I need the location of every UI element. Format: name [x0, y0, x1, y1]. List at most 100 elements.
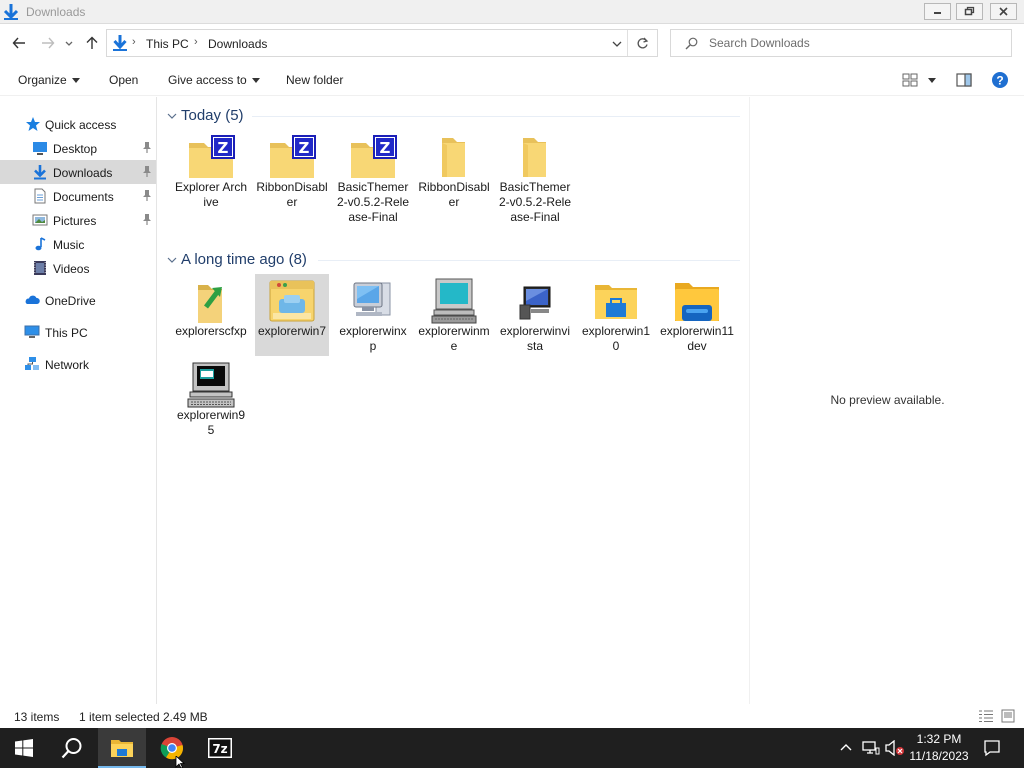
computer-icon: [24, 325, 40, 338]
file-tile[interactable]: RibbonDisabler: [417, 130, 491, 212]
close-button[interactable]: [990, 3, 1017, 20]
recent-locations-button[interactable]: [62, 33, 76, 53]
show-hidden-icons-button[interactable]: [836, 728, 856, 768]
file-tile[interactable]: explorerwinxp: [336, 274, 410, 356]
svg-text:Z: Z: [299, 139, 310, 157]
sidebar-item-videos[interactable]: Videos: [0, 256, 156, 280]
up-arrow-icon: [86, 36, 98, 49]
file-name: explorerwin10: [581, 324, 651, 353]
file-explorer-icon: [111, 740, 133, 757]
windows-logo-icon: [15, 739, 33, 757]
organize-button[interactable]: Organize: [18, 73, 80, 87]
refresh-button[interactable]: [627, 30, 657, 56]
breadcrumb-downloads[interactable]: Downloads: [208, 37, 267, 51]
computer-me-icon: [431, 278, 477, 324]
file-name: explorerwinme: [418, 324, 490, 353]
network-icon: [25, 357, 39, 370]
search-input[interactable]: [709, 34, 999, 52]
taskbar: 7z 1:32 PM 11/18/2023: [0, 728, 1024, 768]
preview-pane: No preview available.: [749, 97, 1024, 704]
search-button[interactable]: [48, 728, 96, 768]
preview-pane-button[interactable]: [954, 71, 974, 89]
minimize-button[interactable]: [924, 3, 951, 20]
clock[interactable]: 1:32 PM 11/18/2023: [900, 731, 978, 765]
file-tile[interactable]: explorerscfxp: [174, 274, 248, 356]
action-center-button[interactable]: [980, 728, 1004, 768]
back-arrow-icon: [12, 37, 25, 49]
start-button[interactable]: [0, 728, 48, 768]
open-button[interactable]: Open: [109, 73, 138, 87]
group-divider: [252, 116, 740, 117]
view-options-dropdown[interactable]: [922, 71, 942, 89]
taskbar-chrome[interactable]: [148, 728, 196, 768]
file-tile[interactable]: Z Explorer Archive: [174, 130, 248, 212]
breadcrumb-separator[interactable]: ›: [132, 36, 136, 48]
sidebar-item-pictures[interactable]: Pictures: [0, 208, 156, 232]
item-count: 13 items: [14, 710, 60, 724]
svg-text:Z: Z: [218, 139, 229, 157]
file-tile[interactable]: explorerwinme: [417, 274, 491, 356]
taskbar-7zip[interactable]: 7z: [196, 728, 244, 768]
chevron-down-icon: [167, 257, 177, 263]
forward-button[interactable]: [38, 33, 58, 53]
sidebar-item-quick-access[interactable]: Quick access: [0, 112, 156, 136]
title-bar[interactable]: Downloads: [0, 0, 1024, 24]
restore-button[interactable]: [956, 3, 983, 20]
details-view-icon[interactable]: [978, 709, 994, 723]
file-tile[interactable]: BasicThemer2-v0.5.2-Release-Final: [498, 130, 572, 224]
pin-icon[interactable]: [141, 141, 153, 154]
svg-text:?: ?: [996, 74, 1003, 88]
film-icon: [34, 261, 46, 275]
file-name: BasicThemer2-v0.5.2-Release-Final: [498, 180, 572, 224]
file-list[interactable]: Today (5) Z Explorer Archive Z RibbonDis…: [158, 97, 748, 704]
help-button[interactable]: ?: [990, 71, 1010, 89]
network-tray-button[interactable]: [860, 728, 882, 768]
address-bar[interactable]: › This PC › Downloads: [106, 29, 658, 57]
file-tile-selected[interactable]: explorerwin7: [255, 274, 329, 356]
win11-explorer-icon: [675, 283, 719, 321]
sidebar-item-label: Music: [53, 238, 85, 252]
breadcrumb-separator[interactable]: ›: [194, 36, 198, 48]
restore-icon: [964, 6, 975, 16]
sidebar-item-music[interactable]: Music: [0, 232, 156, 256]
status-bar: 13 items 1 item selected 2.49 MB: [0, 704, 1024, 728]
file-tile[interactable]: explorerwin11dev: [660, 274, 734, 356]
large-icons-view-icon[interactable]: [1000, 709, 1016, 723]
chevron-down-icon[interactable]: [611, 38, 623, 50]
sidebar-item-documents[interactable]: Documents: [0, 184, 156, 208]
downloads-arrow-icon: [113, 35, 127, 51]
chevron-down-icon: [167, 113, 177, 119]
sidebar-item-desktop[interactable]: Desktop: [0, 136, 156, 160]
back-button[interactable]: [9, 33, 29, 53]
file-name: Explorer Archive: [174, 180, 248, 209]
sidebar-item-onedrive[interactable]: OneDrive: [0, 288, 156, 312]
sidebar-item-label: Pictures: [53, 214, 97, 228]
up-button[interactable]: [82, 33, 102, 53]
pin-icon[interactable]: [141, 165, 153, 178]
chevron-up-icon: [840, 744, 852, 751]
new-folder-button[interactable]: New folder: [286, 73, 343, 87]
search-box[interactable]: [670, 29, 1012, 57]
preview-pane-icon: [956, 73, 972, 87]
sidebar-item-network[interactable]: Network: [0, 352, 156, 376]
sidebar-item-label: Quick access: [45, 118, 117, 132]
group-divider: [318, 260, 740, 261]
pin-icon[interactable]: [141, 189, 153, 202]
file-tile[interactable]: explorerwinvista: [498, 274, 572, 356]
open-label: Open: [109, 73, 139, 87]
pin-icon[interactable]: [141, 213, 153, 226]
sidebar-item-label: This PC: [45, 326, 88, 340]
file-tile[interactable]: Z RibbonDisabler: [255, 130, 329, 212]
taskbar-file-explorer[interactable]: [98, 728, 146, 768]
file-tile[interactable]: explorerwin10: [579, 274, 653, 356]
change-view-button[interactable]: [900, 71, 920, 89]
sidebar-item-this-pc[interactable]: This PC: [0, 320, 156, 344]
sidebar-item-downloads[interactable]: Downloads: [0, 160, 156, 184]
file-tile[interactable]: explorerwin95: [174, 358, 248, 440]
give-access-button[interactable]: Give access to: [168, 73, 260, 87]
file-tile[interactable]: Z BasicThemer2-v0.5.2-Release-Final: [336, 130, 410, 224]
file-name: RibbonDisabler: [418, 180, 490, 209]
sidebar-item-label: OneDrive: [45, 294, 96, 308]
breadcrumb-this-pc[interactable]: This PC: [146, 37, 189, 51]
star-icon: [26, 117, 40, 131]
